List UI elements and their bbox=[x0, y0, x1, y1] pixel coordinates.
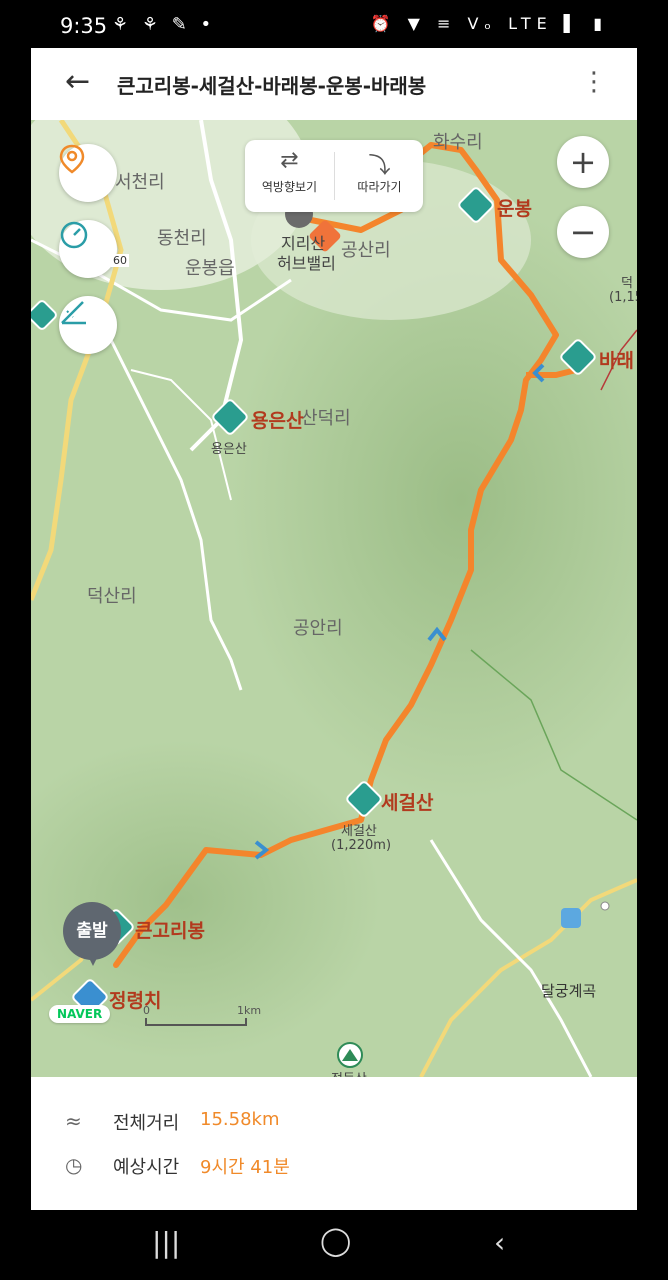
place-label: 달궁계곡 bbox=[541, 982, 597, 1000]
place-label: (1,15 bbox=[609, 290, 637, 305]
status-time: 9:35 bbox=[60, 14, 108, 38]
place-label: 공산리 bbox=[341, 240, 391, 261]
peak-label-keungoribong[interactable]: 큰고리봉 bbox=[135, 916, 205, 943]
start-marker[interactable]: 출발 bbox=[63, 902, 121, 966]
place-label: 운봉읍 bbox=[185, 258, 235, 279]
road-number: 60 bbox=[111, 254, 129, 267]
route-map[interactable]: ⇄ 역방향보기 ⤵ 따라가기 + − 화수리 서천리 동천리 운봉읍 60 지리… bbox=[31, 120, 637, 1077]
clock-icon: ◷ bbox=[65, 1153, 83, 1177]
swap-icon: ⇄ bbox=[280, 148, 299, 173]
place-label: 정득산 bbox=[331, 1068, 367, 1077]
place-label: 화수리 bbox=[433, 132, 483, 153]
app-bar: ← 큰고리봉-세걸산-바래봉-운봉-바래봉 ⋮ bbox=[31, 48, 637, 121]
place-label: 산덕리 bbox=[301, 408, 351, 429]
place-label: 공안리 bbox=[293, 618, 343, 639]
distance-value: 15.58km bbox=[200, 1109, 280, 1130]
elevation-icon bbox=[61, 301, 86, 325]
scale-zero-label: 0 bbox=[143, 1004, 150, 1017]
nav-back-icon[interactable]: ‹ bbox=[494, 1226, 505, 1259]
reverse-direction-label: 역방향보기 bbox=[261, 180, 318, 194]
peak-elevation: (1,220m) bbox=[331, 838, 392, 853]
speedometer-icon bbox=[60, 221, 88, 249]
location-button[interactable] bbox=[59, 144, 117, 202]
place-label: 덕산리 bbox=[87, 586, 137, 607]
zoom-in-button[interactable]: + bbox=[557, 136, 609, 188]
peak-label-yongeunsan[interactable]: 용은산 bbox=[251, 406, 303, 433]
more-options-icon[interactable]: ⋮ bbox=[581, 64, 607, 100]
poi-dot bbox=[600, 901, 610, 911]
reverse-direction-button[interactable]: ⇄ 역방향보기 bbox=[245, 140, 334, 212]
follow-route-label: 따라가기 bbox=[357, 180, 402, 194]
back-icon[interactable]: ← bbox=[65, 66, 90, 98]
peak-sublabel: 용은산 bbox=[211, 442, 247, 457]
follow-route-icon: ⤵ bbox=[368, 154, 391, 179]
recent-apps-icon[interactable]: ||| bbox=[152, 1226, 180, 1259]
route-direction-box: ⇄ 역방향보기 ⤵ 따라가기 bbox=[245, 140, 423, 212]
place-label: 허브밸리 bbox=[277, 254, 336, 273]
peak-label-baraebong[interactable]: 바래 bbox=[599, 346, 634, 373]
status-bar: 9:35 ⚘ ⚘ ✎ • ⏰ ▼ ≡ Vₒ LTE ▌ ▮ bbox=[0, 0, 668, 48]
notification-icons: ⚘ ⚘ ✎ • bbox=[112, 14, 216, 35]
map-scale: 0 1km bbox=[143, 1004, 261, 1026]
place-label: 서천리 bbox=[115, 172, 165, 193]
distance-label: 전체거리 bbox=[113, 1113, 180, 1134]
place-label: 동천리 bbox=[157, 228, 207, 249]
zoom-out-button[interactable]: − bbox=[557, 206, 609, 258]
route-distance-icon: ≈ bbox=[65, 1109, 82, 1133]
page-title: 큰고리봉-세걸산-바래봉-운봉-바래봉 bbox=[117, 74, 427, 98]
elevation-button[interactable] bbox=[59, 296, 117, 354]
peak-label-unbong[interactable]: 운봉 bbox=[497, 194, 532, 221]
valley-marker bbox=[561, 908, 581, 928]
scale-bar bbox=[145, 1018, 247, 1026]
route-summary-panel: ≈ 전체거리 15.58km ◷ 예상시간 9시간 41분 bbox=[31, 1077, 637, 1210]
scale-km-label: 1km bbox=[237, 1004, 262, 1017]
location-pin-icon bbox=[59, 144, 85, 174]
naver-logo: NAVER bbox=[49, 1005, 111, 1023]
peak-label-jeongryeongchi[interactable]: 정령치 bbox=[109, 986, 161, 1013]
system-nav-bar: ||| ◯ ‹ bbox=[0, 1210, 668, 1280]
compass-button[interactable] bbox=[59, 220, 117, 278]
app-screen: ← 큰고리봉-세걸산-바래봉-운봉-바래봉 ⋮ ⇄ 역방향보기 ⤵ 따라가기 +… bbox=[31, 48, 637, 1210]
home-icon[interactable]: ◯ bbox=[320, 1224, 351, 1257]
time-label: 예상시간 bbox=[113, 1157, 180, 1178]
place-label: 덕 bbox=[621, 276, 633, 291]
time-value: 9시간 41분 bbox=[200, 1157, 290, 1178]
system-status-icons: ⏰ ▼ ≡ Vₒ LTE ▌ ▮ bbox=[370, 14, 608, 33]
peak-sublabel: 세걸산 bbox=[341, 824, 377, 839]
follow-route-button[interactable]: ⤵ 따라가기 bbox=[335, 140, 424, 212]
peak-label-segeolsan[interactable]: 세걸산 bbox=[381, 788, 433, 815]
